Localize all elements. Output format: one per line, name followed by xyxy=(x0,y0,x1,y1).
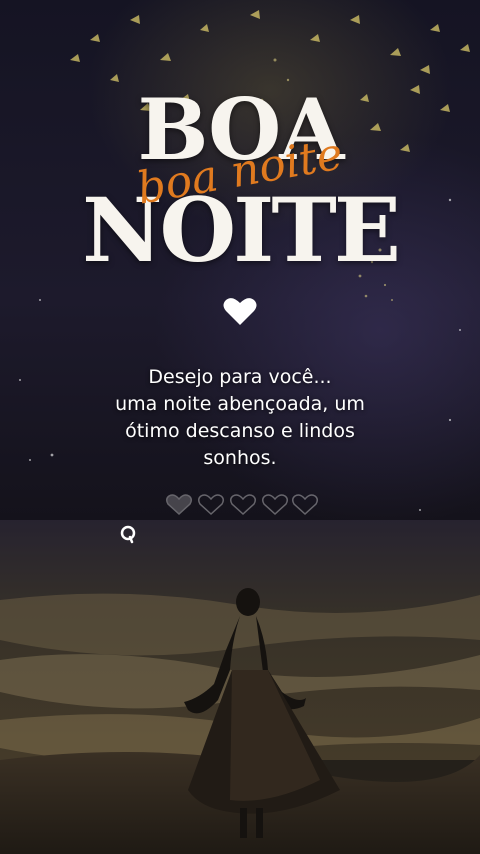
outline-hearts-icon xyxy=(165,494,319,516)
message-line: Desejo para você... xyxy=(148,366,332,388)
message-line: ótimo descanso e lindos xyxy=(125,420,355,442)
greeting-card: BOA NOITE boa noite Desejo para você... … xyxy=(0,0,480,854)
message-line: sonhos. xyxy=(203,447,277,469)
magnifier-icon xyxy=(120,525,136,544)
greeting-message: Desejo para você... uma noite abençoada,… xyxy=(70,364,410,472)
woman-silhouette xyxy=(184,588,340,838)
message-line: uma noite abençoada, um xyxy=(115,393,365,415)
heart-icon xyxy=(223,298,257,325)
